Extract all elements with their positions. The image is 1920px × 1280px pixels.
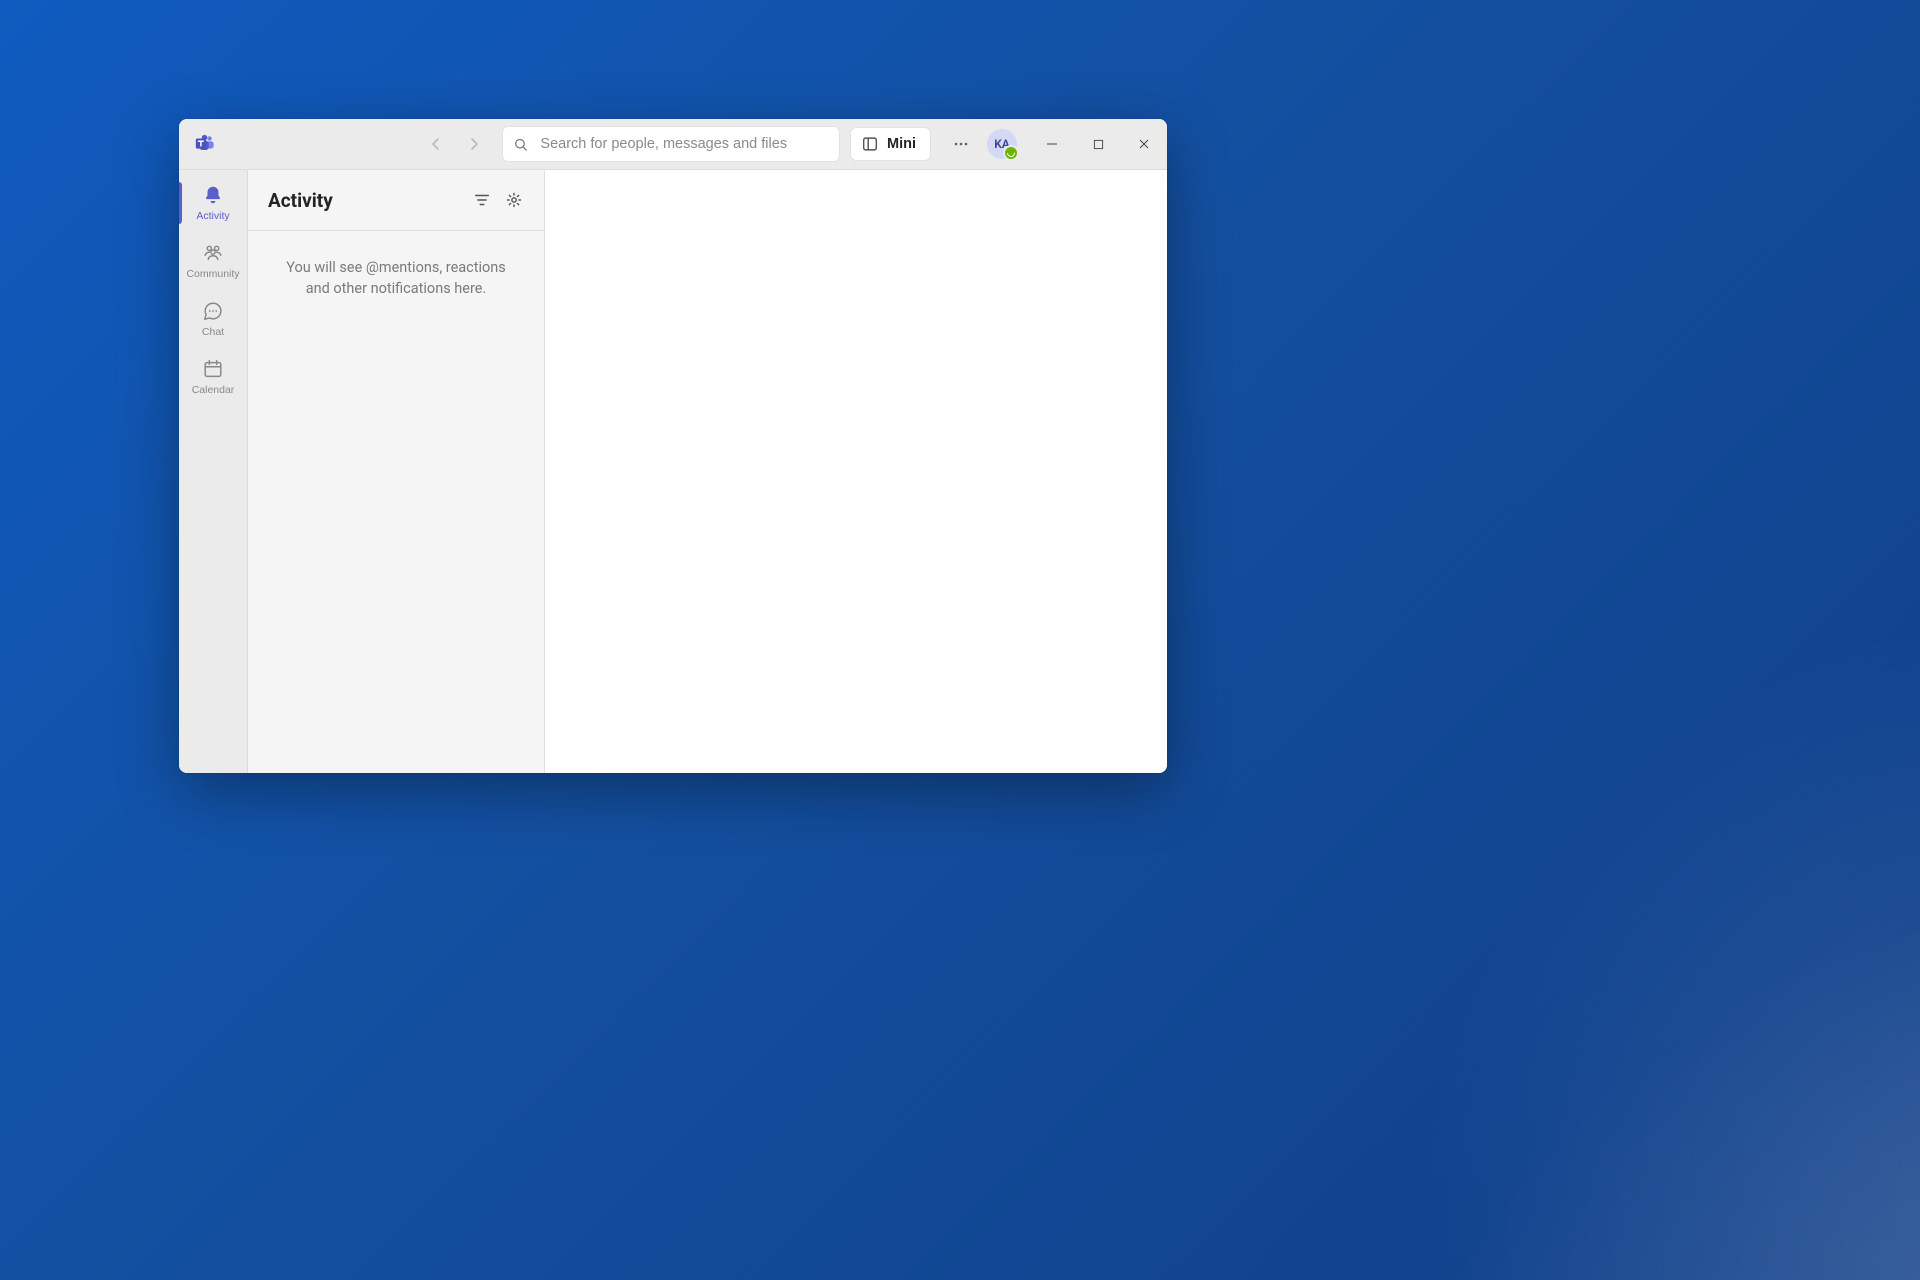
chevron-left-icon [428, 136, 444, 152]
user-avatar[interactable]: KA [987, 129, 1017, 159]
window-maximize-button[interactable] [1075, 119, 1121, 169]
rail-label: Community [186, 268, 239, 280]
app-logo [179, 119, 230, 169]
rail-item-chat[interactable]: Chat [179, 290, 247, 348]
window-close-button[interactable] [1121, 119, 1167, 169]
search-icon [513, 136, 528, 153]
nav-back-button[interactable] [420, 128, 452, 160]
teams-icon [194, 133, 216, 155]
rail-label: Calendar [192, 384, 235, 396]
settings-button[interactable] [498, 184, 530, 216]
chevron-right-icon [466, 136, 482, 152]
list-header: Activity [248, 170, 544, 231]
list-title: Activity [268, 189, 466, 212]
search-box[interactable] [502, 126, 840, 162]
activity-list-pane: Activity You will see @mentions, reactio… [248, 170, 545, 773]
panel-icon [861, 135, 879, 153]
close-icon [1138, 138, 1150, 150]
app-body: Activity Community Chat [179, 170, 1167, 773]
app-window: Mini KA [179, 119, 1167, 773]
gear-icon [505, 191, 523, 209]
nav-arrows [420, 128, 490, 160]
more-options-button[interactable] [945, 128, 977, 160]
empty-state-message: You will see @mentions, reactions and ot… [248, 231, 544, 325]
window-controls [1029, 119, 1167, 169]
mini-mode-button[interactable]: Mini [850, 127, 931, 161]
chat-icon [202, 300, 224, 322]
presence-available-icon [1003, 145, 1019, 161]
search-input[interactable] [538, 135, 829, 153]
window-minimize-button[interactable] [1029, 119, 1075, 169]
nav-forward-button[interactable] [458, 128, 490, 160]
title-bar-right: KA [931, 119, 1167, 169]
filter-icon [473, 191, 491, 209]
calendar-icon [202, 358, 224, 380]
title-bar: Mini KA [179, 119, 1167, 170]
rail-label: Chat [202, 326, 224, 338]
bell-icon [202, 184, 224, 206]
content-area [545, 170, 1167, 773]
rail-item-activity[interactable]: Activity [179, 174, 247, 232]
maximize-icon [1093, 139, 1104, 150]
rail-item-calendar[interactable]: Calendar [179, 348, 247, 406]
rail-label: Activity [196, 210, 229, 222]
people-community-icon [202, 242, 224, 264]
filter-button[interactable] [466, 184, 498, 216]
minimize-icon [1046, 138, 1058, 150]
ellipsis-icon [953, 136, 969, 152]
rail-item-community[interactable]: Community [179, 232, 247, 290]
mini-label: Mini [887, 136, 916, 152]
app-rail: Activity Community Chat [179, 170, 248, 773]
